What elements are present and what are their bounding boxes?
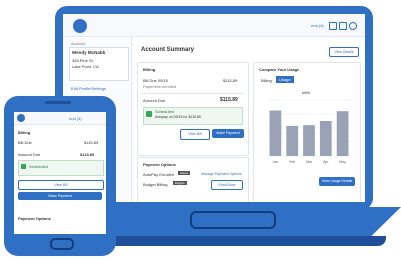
address-line2: Lake Point, CA	[72, 64, 99, 69]
phone-speaker	[45, 101, 71, 104]
chart-title: kWh	[302, 90, 310, 95]
phone-view-bill-button[interactable]: View Bill	[18, 180, 104, 190]
header-user-link[interactable]: ena (4)	[311, 23, 324, 28]
page-title: Account Summary	[141, 47, 195, 53]
usage-label: Compare Your Usage	[259, 67, 300, 72]
x-tick-label: Feb	[289, 160, 295, 164]
chart-bar-apr	[319, 121, 332, 156]
x-tick-label: Jan	[273, 160, 279, 164]
payment-options-label: Payment Options	[143, 162, 176, 167]
manage-payment-options-link[interactable]: Manage Payment Options	[201, 172, 241, 176]
profile-settings-link[interactable]: Edit Profile/Settings	[71, 86, 106, 91]
view-bill-button[interactable]: View Bill	[180, 129, 210, 140]
logo-icon	[73, 19, 87, 33]
phone-bill-due-label: Bill Due	[18, 140, 32, 145]
tab-billing[interactable]: Billing	[261, 78, 272, 83]
amount-due-label: Amount Due	[143, 98, 166, 103]
user-icon[interactable]	[349, 22, 357, 30]
phone-bill-due-value: $115.89	[84, 140, 99, 145]
x-tick-label: Apr	[323, 160, 329, 164]
x-tick-label: Mar	[306, 160, 313, 164]
budget-billing-label: Budget Billing	[143, 182, 168, 187]
autopay-badge: Active	[178, 171, 191, 175]
phone-header-link[interactable]: ena (4)	[69, 116, 82, 121]
chart-bar-feb	[286, 125, 299, 156]
phone-payment-options-label: Payment Options	[18, 216, 51, 221]
billing-label: Billing	[143, 67, 156, 72]
view-usage-details-button[interactable]: View Usage Details	[319, 177, 355, 186]
tab-usage[interactable]: Usage	[276, 76, 294, 83]
phone-screen: ena (4) Billing Bill Due $115.89 Amount …	[14, 112, 106, 234]
phone-check-icon	[21, 164, 26, 169]
paperless-label: Paperless enrolled	[143, 84, 177, 89]
phone-logo-icon	[17, 114, 25, 122]
bill-due-value: $115.89	[223, 78, 238, 83]
enroll-now-button[interactable]: Enroll Now	[211, 180, 243, 190]
phone-home-button[interactable]	[50, 238, 74, 250]
phone-amount-due-value: $115.89	[80, 152, 95, 157]
check-icon	[146, 111, 152, 117]
bill-due-label: Bill Due 05/15	[143, 78, 168, 83]
bell-icon[interactable]	[329, 22, 337, 30]
x-tick-label: May	[339, 160, 346, 164]
trackpad	[190, 211, 276, 229]
cart-icon[interactable]	[339, 22, 347, 30]
divider	[141, 93, 243, 94]
amount-due-value: $115.89	[220, 97, 238, 103]
budget-billing-badge: Eligible	[173, 181, 187, 185]
view-details-button[interactable]: View Details	[329, 47, 359, 57]
account-name: Wendy McNabb	[72, 50, 106, 55]
scheduled-title: Scheduled	[155, 109, 174, 114]
address-line1: 345 Pine St.	[72, 58, 94, 63]
usage-chart: Jan Feb Mar Apr May	[267, 99, 351, 164]
phone-make-payment-button[interactable]: Make Payment	[18, 192, 102, 200]
chart-bar-jan	[269, 110, 282, 156]
sidebar-section-label: Account	[71, 41, 86, 46]
chart-bar-may	[336, 111, 349, 156]
phone-amount-due-label: Amount Due	[18, 152, 41, 157]
chart-bar-mar	[303, 125, 315, 156]
autopay-label: AutoPay Enrolled	[143, 172, 174, 177]
make-payment-button[interactable]: Make Payment	[212, 129, 244, 138]
phone-scheduled-text: Scheduled	[29, 164, 48, 169]
phone-header	[14, 112, 106, 125]
phone-billing-label: Billing	[18, 130, 31, 135]
scheduled-sub: Autopay on 05/15 for $115.89	[155, 115, 201, 119]
